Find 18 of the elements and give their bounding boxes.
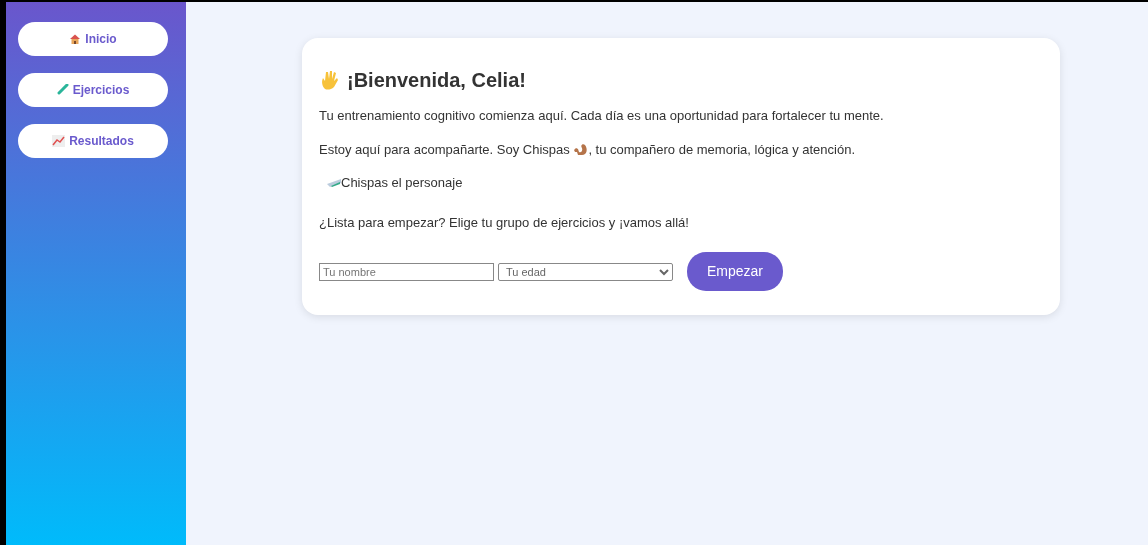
nav-button[interactable]: Resultados — [18, 124, 168, 158]
test-tube-icon — [56, 84, 69, 96]
waving-hand-icon — [319, 69, 341, 91]
house-icon — [69, 33, 82, 45]
nav-button[interactable]: Inicio — [18, 22, 168, 56]
line-chart-icon — [52, 135, 66, 147]
squirrel-icon — [573, 142, 589, 156]
image-alt-text: Chispas el personaje — [341, 174, 463, 192]
broken-image-icon — [327, 178, 341, 187]
nav-button[interactable]: Ejercicios — [18, 73, 168, 107]
companion-text: Estoy aquí para acompañarte. Soy Chispas — [319, 141, 571, 157]
start-button[interactable]: Empezar — [687, 252, 784, 291]
companion-text: , tu compañero de memoria, lógica y atención. — [588, 141, 855, 157]
prompt-text: ¿Lista para empezar? Elige tu grupo de ejercicios y ¡vamos allá! — [319, 213, 690, 232]
age-select[interactable]: Tu edad — [498, 262, 673, 281]
name-field[interactable]: Tu nombre — [319, 262, 494, 281]
intro-text: Tu entrenamiento cognitivo comienza aquí. Cada día es una oportunidad para fortalecer tu mente. — [319, 107, 885, 125]
welcome-heading: ¡Bienvenida, Celia! — [347, 68, 526, 92]
